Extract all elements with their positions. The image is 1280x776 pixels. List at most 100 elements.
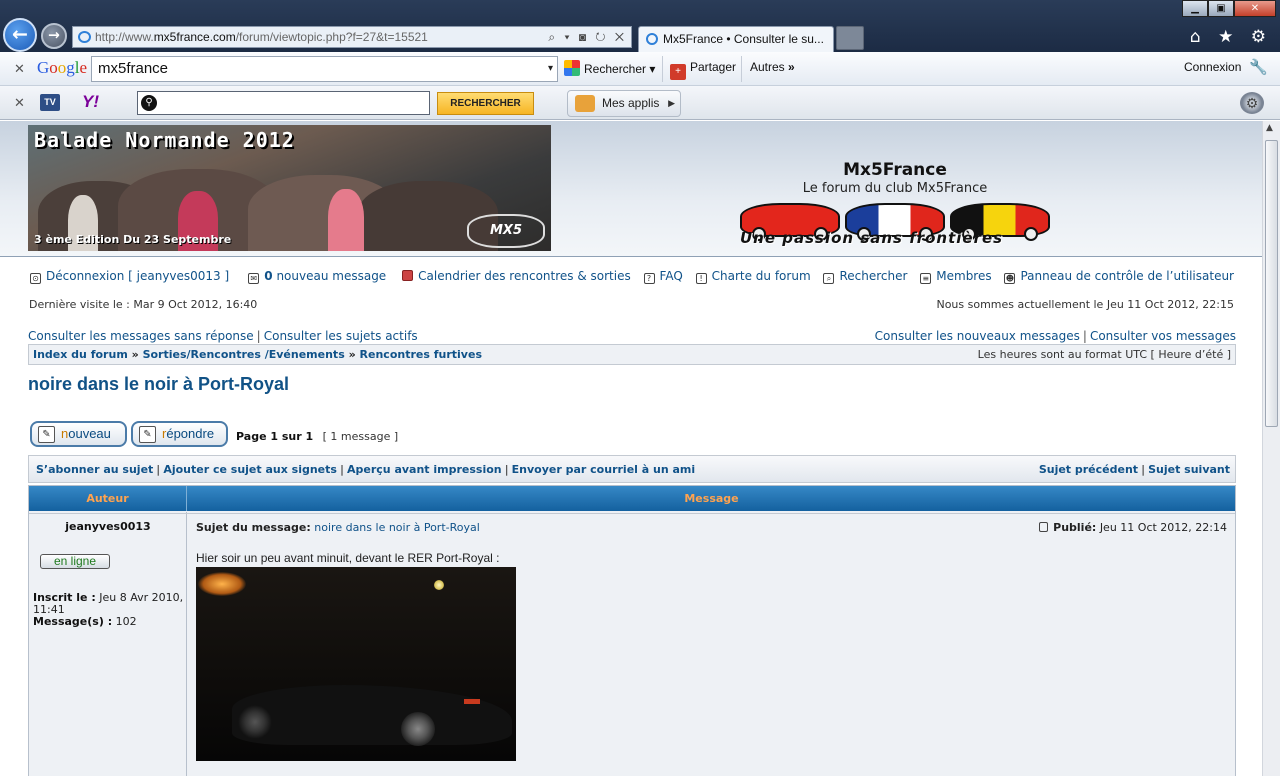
new-tab-button[interactable] [836, 26, 864, 50]
author-cell: jeanyves0013 en ligne Inscrit le : Jeu 8… [29, 512, 187, 776]
yahoo-search-input[interactable]: ⚲ [137, 91, 430, 115]
google-toolbar: ✕ Google mx5france ▾ Rechercher ▾ + Parta… [0, 52, 1280, 86]
tv-icon[interactable]: TV [40, 94, 60, 111]
charter-icon: ! [695, 273, 707, 284]
post-table: Auteur Message jeanyves0013 en ligne Ins… [28, 485, 1236, 776]
close-toolbar-icon[interactable]: ✕ [14, 95, 25, 111]
forum-header: Balade Normande 2012 3 ème Edition Du 23… [0, 121, 1262, 257]
back-button[interactable]: ← [3, 18, 37, 52]
reply-button[interactable]: ✎ répondre [131, 421, 228, 447]
bookmark-link[interactable]: Ajouter ce sujet aux signets [163, 463, 337, 476]
search-link[interactable]: Rechercher [839, 269, 907, 283]
browser-title-bar: ← → http://www.mx5france.com/forum/viewt… [0, 0, 1280, 52]
calendar-icon [402, 270, 414, 281]
author-name[interactable]: jeanyves0013 [29, 520, 187, 533]
print-preview-link[interactable]: Aperçu avant impression [347, 463, 502, 476]
wrench-icon[interactable]: 🔧 [1249, 58, 1268, 76]
view-links-left: Consulter les messages sans réponse | Cons… [28, 329, 418, 343]
active-topics-link[interactable]: Consulter les sujets actifs [264, 329, 418, 343]
subscribe-link[interactable]: S’abonner au sujet [36, 463, 153, 476]
new-topic-button[interactable]: ✎ nouveau [30, 421, 127, 447]
topic-title[interactable]: noire dans le noir à Port-Royal [28, 374, 289, 395]
site-description: Le forum du club Mx5France [802, 181, 988, 196]
members-link[interactable]: Membres [936, 269, 991, 283]
new-messages-link[interactable]: 0 nouveau message [264, 269, 386, 283]
close-window-button[interactable]: ✕ [1234, 0, 1276, 17]
mx5-logo: MX5 [467, 214, 545, 248]
new-posts-link[interactable]: Consulter les nouveaux messages [875, 329, 1080, 343]
user-icon: ☻ [1004, 273, 1016, 284]
search-icon: ⚲ [141, 95, 157, 111]
breadcrumb-bar: Index du forum » Sorties/Rencontres /Evé… [28, 344, 1236, 365]
control-panel-link[interactable]: Panneau de contrôle de l’utilisateur [1020, 269, 1234, 283]
search-icon: ⌕ [823, 273, 835, 284]
message-cell: Sujet du message: noire dans le noir à P… [188, 512, 1235, 776]
pencil-icon: ✎ [139, 426, 156, 443]
breadcrumb-item[interactable]: Sorties/Rencontres /Evénements [143, 348, 345, 361]
yahoo-toolbar: ✕ TV Y! ⚲ RECHERCHER Mes applis ▶ ⚙ [0, 86, 1280, 120]
chevron-right-icon: ▶ [668, 98, 675, 108]
email-friend-link[interactable]: Envoyer par courriel à un ami [512, 463, 696, 476]
next-topic-link[interactable]: Sujet suivant [1148, 463, 1230, 476]
post-icon[interactable] [1039, 522, 1049, 532]
post-image[interactable] [196, 567, 516, 761]
post-published: Publié: Jeu 11 Oct 2012, 22:14 [1039, 521, 1227, 534]
tab-active[interactable]: Mx5France • Consulter le su... [638, 26, 834, 52]
post-subject: Sujet du message: noire dans le noir à P… [196, 521, 480, 534]
members-icon: ≡ [920, 273, 932, 284]
more-button[interactable]: Autres » [750, 60, 795, 74]
home-favorites-tools-icon[interactable]: ⌂ ★ ⚙ [1190, 27, 1272, 47]
header-author: Auteur [29, 486, 187, 511]
minimize-button[interactable]: ▁ [1182, 0, 1208, 17]
last-visit: Dernière visite le : Mar 9 Oct 2012, 16:… [29, 298, 258, 311]
chevron-down-icon[interactable]: ▾ [548, 57, 553, 81]
ie-icon [78, 31, 91, 43]
club-slogan: Une passion sans frontières [740, 229, 1004, 247]
page-info: Page 1 sur 1 [236, 430, 314, 443]
settings-gear-icon[interactable]: ⚙ [1240, 92, 1264, 114]
my-apps-button[interactable]: Mes applis ▶ [567, 90, 681, 117]
google-search-button[interactable]: Rechercher ▾ [564, 60, 655, 76]
faq-link[interactable]: FAQ [660, 269, 683, 283]
google-logo[interactable]: Google [37, 58, 87, 78]
your-posts-link[interactable]: Consulter vos messages [1090, 329, 1236, 343]
breadcrumb-item[interactable]: Index du forum [33, 348, 128, 361]
message-count: [ 1 message ] [322, 430, 399, 443]
apps-icon [575, 95, 595, 112]
close-toolbar-icon[interactable]: ✕ [14, 61, 25, 77]
post-body-text: Hier soir un peu avant minuit, devant le… [196, 551, 500, 565]
forward-button[interactable]: → [41, 23, 67, 49]
tab-title: Mx5France • Consulter le su... [663, 32, 824, 46]
scroll-up-icon[interactable]: ▲ [1266, 123, 1273, 133]
maximize-button[interactable]: ▣ [1208, 0, 1234, 17]
google-search-input[interactable]: mx5france ▾ [91, 56, 558, 82]
calendar-link[interactable]: Calendrier des rencontres & sorties [418, 269, 631, 283]
yahoo-logo[interactable]: Y! [82, 92, 99, 112]
login-button[interactable]: Connexion [1184, 60, 1241, 74]
address-bar[interactable]: http://www.mx5france.com/forum/viewtopic… [72, 26, 632, 48]
yahoo-search-button[interactable]: RECHERCHER [437, 92, 534, 115]
google-search-icon [564, 60, 580, 76]
unanswered-link[interactable]: Consulter les messages sans réponse [28, 329, 254, 343]
scrollbar-thumb[interactable] [1265, 140, 1278, 427]
header-message: Message [684, 492, 739, 505]
share-button[interactable]: + Partager [670, 60, 736, 80]
post-subject-link[interactable]: noire dans le noir à Port-Royal [314, 521, 480, 534]
vertical-scrollbar[interactable]: ▲ [1262, 121, 1280, 776]
message-icon: ✉ [248, 273, 260, 284]
url-prefix: http://www. [95, 30, 154, 44]
topic-actions-bar: S’abonner au sujet | Ajouter ce sujet aux … [28, 455, 1236, 483]
breadcrumb-item[interactable]: Rencontres furtives [360, 348, 482, 361]
address-bar-tools-icon[interactable]: ⌕ ▾ ◙ ↻ ✕ [548, 27, 627, 47]
timezone-info: Les heures sont au format UTC [ Heure d’… [977, 348, 1231, 361]
charter-link[interactable]: Charte du forum [712, 269, 811, 283]
banner-image[interactable]: Balade Normande 2012 3 ème Edition Du 23… [28, 125, 551, 251]
logout-link[interactable]: Déconnexion [ jeanyves0013 ] [46, 269, 229, 283]
previous-topic-link[interactable]: Sujet précédent [1039, 463, 1138, 476]
forum-nav-links: Calendrier des rencontres & sorties ? FAQ… [393, 269, 1234, 284]
google-search-value: mx5france [98, 60, 169, 77]
banner-title: Balade Normande 2012 [34, 128, 295, 152]
url-domain: mx5france.com [153, 30, 236, 44]
forward-arrow-icon: → [48, 27, 60, 44]
back-arrow-icon: ← [12, 23, 28, 46]
